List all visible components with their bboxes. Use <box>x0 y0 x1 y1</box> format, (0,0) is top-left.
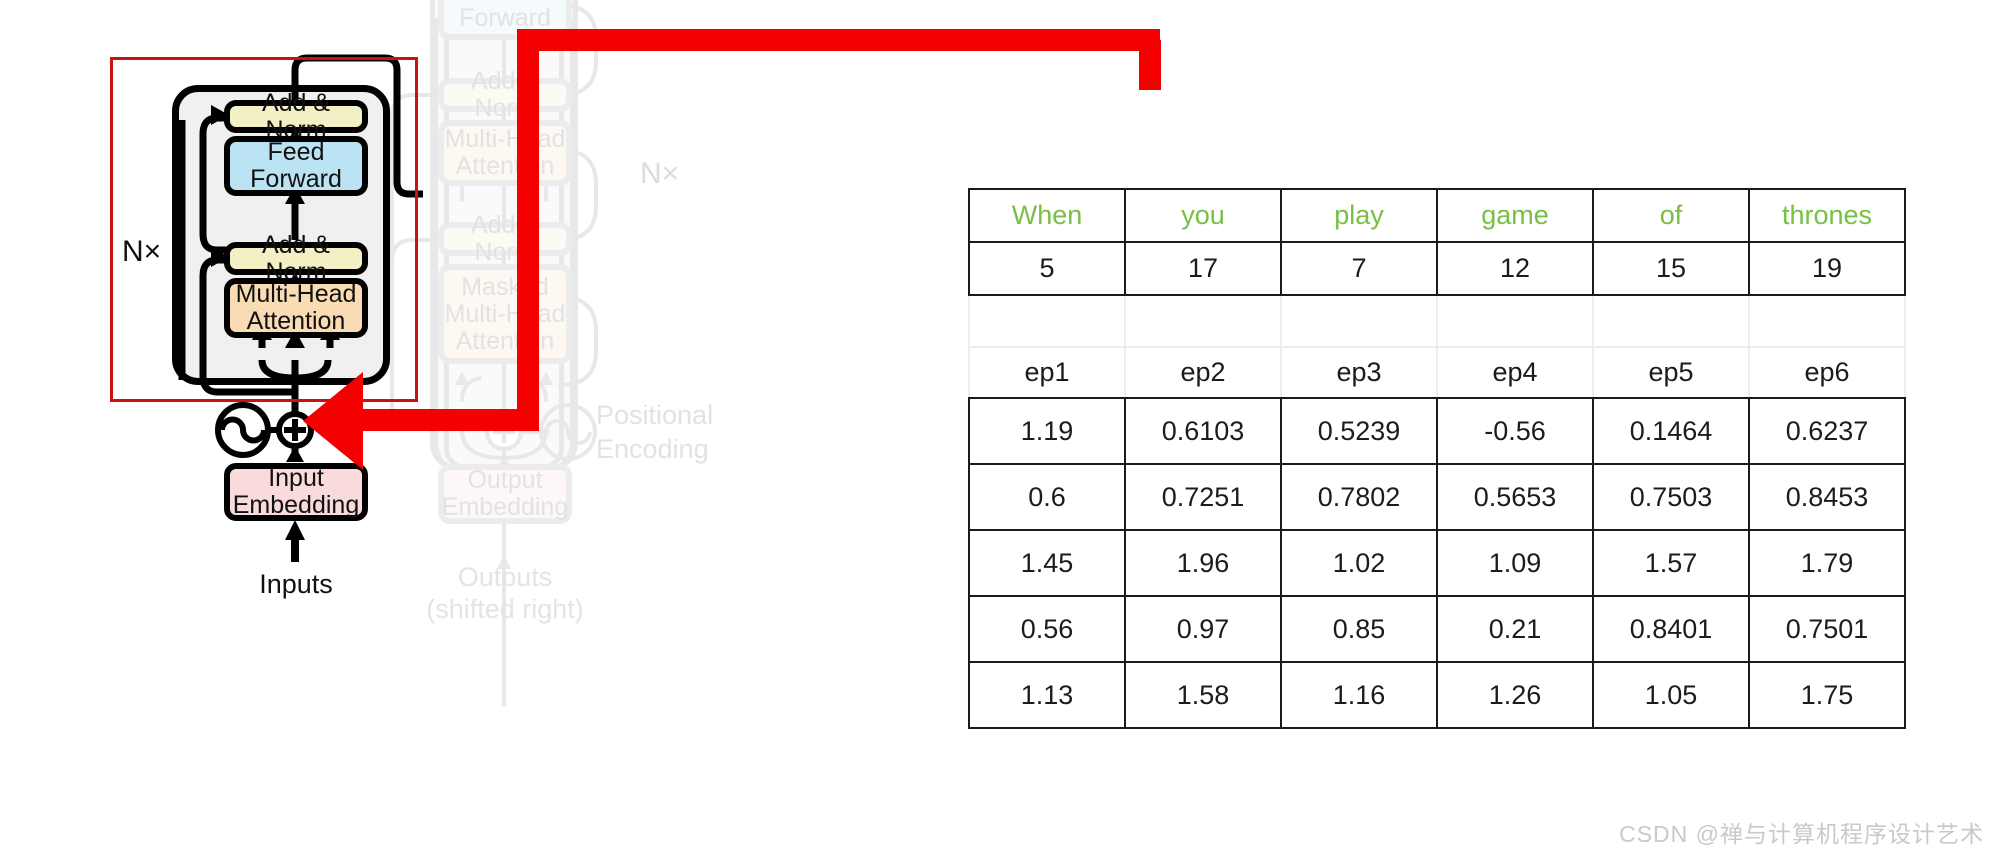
table-value-cell: 0.6 <box>968 463 1126 531</box>
table-value-cell: 0.97 <box>1124 595 1282 663</box>
table-epoch-cell: ep3 <box>1280 346 1438 399</box>
table-value-cell: 1.13 <box>968 661 1126 729</box>
table-header-cell: you <box>1124 188 1282 243</box>
table-value-cell: 0.5653 <box>1436 463 1594 531</box>
table-spacer-cell <box>1592 294 1750 348</box>
table-epoch-cell: ep6 <box>1748 346 1906 399</box>
table-value-cell: 0.8453 <box>1748 463 1906 531</box>
table-value-cell: 1.79 <box>1748 529 1906 597</box>
table-spacer-cell <box>968 294 1126 348</box>
table-epoch-cell: ep4 <box>1436 346 1594 399</box>
table-value-cell: 1.09 <box>1436 529 1594 597</box>
table-token-id-cell: 7 <box>1280 241 1438 296</box>
table-value-cell: 1.16 <box>1280 661 1438 729</box>
table-row: When you play game of thrones <box>968 188 1906 243</box>
table-value-cell: 0.7251 <box>1124 463 1282 531</box>
table-value-cell: 0.85 <box>1280 595 1438 663</box>
table-row: 1.45 1.96 1.02 1.09 1.57 1.79 <box>968 529 1906 597</box>
table-row: ep1 ep2 ep3 ep4 ep5 ep6 <box>968 346 1906 399</box>
red-callout-arrow <box>303 29 1161 470</box>
table-header-cell: When <box>968 188 1126 243</box>
table-epoch-cell: ep5 <box>1592 346 1750 399</box>
table-header-cell: game <box>1436 188 1594 243</box>
table-row <box>968 294 1906 348</box>
table-spacer-cell <box>1124 294 1282 348</box>
table-value-cell: 0.8401 <box>1592 595 1750 663</box>
table-value-cell: 1.19 <box>968 397 1126 465</box>
table-value-cell: 0.6237 <box>1748 397 1906 465</box>
table-value-cell: 0.5239 <box>1280 397 1438 465</box>
table-value-cell: 1.57 <box>1592 529 1750 597</box>
table-header-cell: thrones <box>1748 188 1906 243</box>
embedding-table: When you play game of thrones 5 17 7 12 15 19 ep1 ep2… <box>968 188 1906 729</box>
table-row: 1.19 0.6103 0.5239 -0.56 0.1464 0.6237 <box>968 397 1906 465</box>
table-token-id-cell: 5 <box>968 241 1126 296</box>
table-value-cell: 1.05 <box>1592 661 1750 729</box>
table-value-cell: 0.7501 <box>1748 595 1906 663</box>
table-row: 1.13 1.58 1.16 1.26 1.05 1.75 <box>968 661 1906 729</box>
table-spacer-cell <box>1436 294 1594 348</box>
table-value-cell: 1.58 <box>1124 661 1282 729</box>
table-spacer-cell <box>1280 294 1438 348</box>
csdn-watermark: CSDN @禅与计算机程序设计艺术 <box>1619 821 1984 847</box>
table-token-id-cell: 12 <box>1436 241 1594 296</box>
table-value-cell: 0.6103 <box>1124 397 1282 465</box>
embedding-table-container: When you play game of thrones 5 17 7 12 15 19 ep1 ep2… <box>968 188 1906 729</box>
table-row: 0.6 0.7251 0.7802 0.5653 0.7503 0.8453 <box>968 463 1906 531</box>
table-row: 5 17 7 12 15 19 <box>968 241 1906 296</box>
table-value-cell: 0.56 <box>968 595 1126 663</box>
table-header-cell: play <box>1280 188 1438 243</box>
table-epoch-cell: ep1 <box>968 346 1126 399</box>
table-value-cell: 0.21 <box>1436 595 1594 663</box>
screenshot-root: Feed Forward Add & Norm Multi-Head Atten… <box>0 0 2000 855</box>
table-value-cell: 0.7503 <box>1592 463 1750 531</box>
table-value-cell: 0.1464 <box>1592 397 1750 465</box>
transformer-diagram: Feed Forward Add & Norm Multi-Head Atten… <box>0 0 1161 855</box>
table-spacer-cell <box>1748 294 1906 348</box>
table-epoch-cell: ep2 <box>1124 346 1282 399</box>
table-header-cell: of <box>1592 188 1750 243</box>
table-token-id-cell: 19 <box>1748 241 1906 296</box>
table-token-id-cell: 15 <box>1592 241 1750 296</box>
table-row: 0.56 0.97 0.85 0.21 0.8401 0.7501 <box>968 595 1906 663</box>
table-token-id-cell: 17 <box>1124 241 1282 296</box>
table-value-cell: 1.45 <box>968 529 1126 597</box>
table-value-cell: 1.96 <box>1124 529 1282 597</box>
table-value-cell: -0.56 <box>1436 397 1594 465</box>
table-value-cell: 1.75 <box>1748 661 1906 729</box>
table-value-cell: 1.02 <box>1280 529 1438 597</box>
table-value-cell: 1.26 <box>1436 661 1594 729</box>
table-value-cell: 0.7802 <box>1280 463 1438 531</box>
